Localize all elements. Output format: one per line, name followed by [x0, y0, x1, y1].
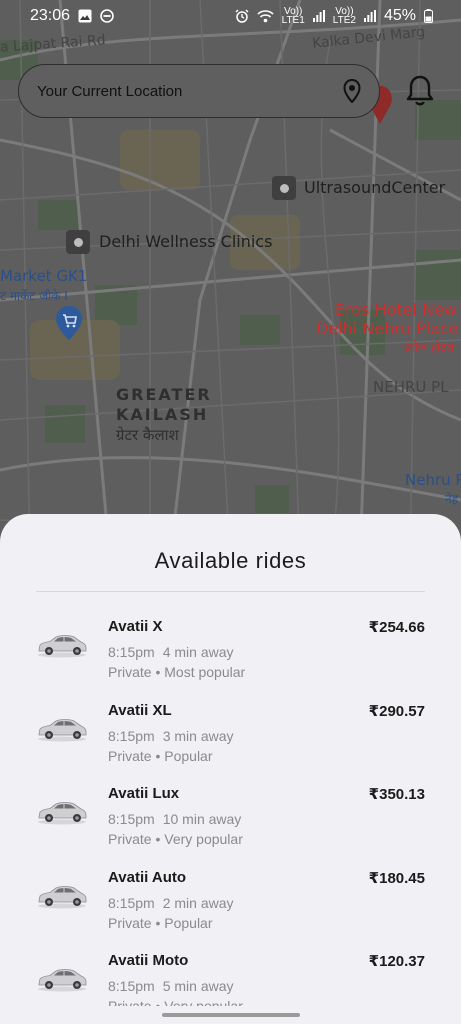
ride-price: ₹180.45: [368, 869, 425, 887]
map-label-kailash: KAILASH: [116, 405, 209, 424]
map-label-nehru-hindi: नेह: [445, 492, 459, 506]
map-label-market[interactable]: Market GK1: [0, 267, 87, 285]
wifi-icon: [257, 9, 274, 22]
ride-option[interactable]: Avatii X 8:15pm 4 min away Private • Most…: [0, 610, 461, 694]
car-icon: [38, 718, 87, 741]
map-label-market-hindi: ट मार्केट जीके I: [0, 289, 68, 303]
map-label-greater: GREATER: [116, 385, 212, 404]
ride-pickup-time: 8:15pm: [108, 894, 155, 911]
do-not-disturb-icon: [100, 9, 114, 23]
ride-tags: Private • Popular: [108, 914, 213, 931]
ride-away: 10 min away: [162, 811, 242, 827]
ultrasound-poi-icon[interactable]: [272, 176, 296, 200]
ride-pickup-time: 8:15pm: [108, 811, 155, 827]
wellness-poi-icon[interactable]: [66, 230, 90, 254]
ride-option[interactable]: Avatii XL 8:15pm 3 min away Private • Pop…: [0, 694, 461, 778]
map-label-kailash-hindi: ग्रेटर कैलाश: [116, 426, 179, 444]
ride-tags: Private • Very popular: [108, 831, 243, 847]
ride-away: 5 min away: [162, 978, 234, 994]
ride-pickup-time: 8:15pm: [108, 727, 155, 744]
car-icon: [38, 802, 87, 825]
ride-eta: 8:15pm 2 min away: [108, 895, 234, 911]
signal-icon: [312, 10, 325, 22]
sheet-divider: [36, 591, 425, 592]
map-label-ultrasound[interactable]: UltrasoundCenter: [304, 178, 445, 197]
current-location-text: Your Current Location: [37, 82, 183, 100]
ride-away: 3 min away: [162, 727, 234, 744]
ride-pickup-time: 8:15pm: [108, 644, 155, 660]
navigation-bar: [0, 1006, 461, 1024]
sim1-label-bottom: LTE1: [281, 15, 305, 26]
ride-option[interactable]: Avatii Auto 8:15pm 2 min away Private • P…: [0, 861, 461, 945]
car-icon: [38, 969, 87, 992]
ride-name: Avatii Auto: [108, 868, 187, 886]
signal-2-icon: [363, 10, 376, 22]
battery-percent: 45%: [383, 7, 416, 24]
map-label-nehru: NEHRU PL: [373, 378, 449, 396]
map-label-eros-2[interactable]: Delhi Nehru Place: [316, 319, 459, 338]
ride-eta: 8:15pm 10 min away: [108, 811, 241, 827]
car-icon: [38, 885, 87, 908]
ride-away: 2 min away: [162, 894, 234, 911]
home-gesture-handle[interactable]: [162, 1013, 300, 1017]
ride-away: 4 min away: [162, 644, 234, 660]
status-bar: 23:06 Vo)) LTE1 Vo)) LTE2 45%: [0, 0, 461, 32]
ride-eta: 8:15pm 3 min away: [108, 728, 234, 744]
sim2-indicator: Vo)) LTE2: [332, 7, 356, 26]
ride-eta: 8:15pm 4 min away: [108, 644, 234, 660]
map-label-wellness[interactable]: Delhi Wellness Clinics: [99, 232, 272, 251]
ride-tags: Private • Popular: [108, 747, 213, 764]
sim2-label-bottom: LTE2: [332, 15, 356, 26]
shopping-cart-pin-icon[interactable]: [56, 306, 82, 340]
ride-tags: Private • Most popular: [108, 664, 246, 680]
ride-price: ₹120.37: [368, 953, 425, 970]
ride-name: Avatii X: [108, 618, 163, 635]
map-label-eros-hindi: इरोज होटल: [404, 340, 455, 354]
alarm-icon: [235, 9, 249, 23]
battery-icon: [424, 9, 433, 23]
gallery-icon: [78, 9, 92, 23]
ride-name: Avatii Lux: [108, 785, 180, 802]
location-pin-icon[interactable]: [343, 79, 361, 103]
current-location-field[interactable]: Your Current Location: [18, 64, 380, 118]
ride-price: ₹254.66: [368, 619, 425, 636]
sim1-indicator: Vo)) LTE1: [281, 7, 305, 26]
bell-icon[interactable]: [404, 74, 436, 108]
available-rides-sheet[interactable]: Available rides Avatii X 8:15pm 4 min awa…: [0, 514, 461, 1024]
sheet-title: Available rides: [154, 548, 307, 573]
ride-name: Avatii XL: [108, 701, 172, 719]
ride-eta: 8:15pm 5 min away: [108, 978, 234, 994]
ride-name: Avatii Moto: [108, 952, 189, 969]
ride-price: ₹350.13: [368, 786, 425, 803]
status-time: 23:06: [30, 7, 71, 24]
map-label-eros[interactable]: Eros Hotel New: [335, 300, 457, 319]
ride-option[interactable]: Avatii Lux 8:15pm 10 min away Private • V…: [0, 777, 461, 861]
ride-price: ₹290.57: [368, 702, 425, 720]
ride-pickup-time: 8:15pm: [108, 978, 155, 994]
map-label-nehru-2: Nehru P: [405, 471, 461, 489]
car-icon: [38, 635, 87, 658]
